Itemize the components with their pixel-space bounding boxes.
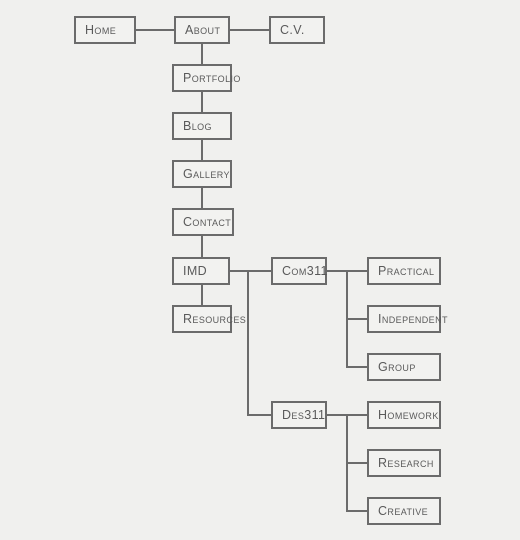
edge-about-cv	[230, 29, 269, 31]
edge-trunk-des311	[247, 414, 271, 416]
edge-com311-bus	[327, 270, 348, 272]
node-imd-label: IMD	[183, 263, 208, 278]
edge-contact-imd	[201, 236, 203, 257]
node-gallery[interactable]: Gallery	[172, 160, 232, 188]
edge-course-trunk	[247, 270, 249, 415]
node-research[interactable]: Research	[367, 449, 441, 477]
node-blog-label: Blog	[183, 118, 212, 133]
node-contact[interactable]: Contact	[172, 208, 234, 236]
edge-com311-group	[346, 366, 367, 368]
node-gallery-label: Gallery	[183, 166, 230, 181]
node-resources-label: Resources	[183, 311, 247, 326]
edge-home-about	[136, 29, 174, 31]
node-home-label: Home	[85, 22, 117, 37]
node-research-label: Research	[378, 455, 434, 470]
edge-des311-research	[346, 462, 367, 464]
node-com311-label: Com311	[282, 263, 328, 278]
edge-gallery-contact	[201, 188, 203, 208]
node-practical[interactable]: Practical	[367, 257, 441, 285]
node-creative-label: Creative	[378, 503, 429, 518]
edge-des311-bus	[327, 414, 348, 416]
node-cv[interactable]: C.V.	[269, 16, 325, 44]
edge-com311-practical	[346, 270, 367, 272]
edge-des311-creative	[346, 510, 367, 512]
node-com311[interactable]: Com311	[271, 257, 327, 285]
edge-portfolio-blog	[201, 92, 203, 112]
edge-imd-trunk	[230, 270, 271, 272]
node-about-label: About	[185, 22, 221, 37]
node-cv-label: C.V.	[280, 22, 305, 37]
node-about[interactable]: About	[174, 16, 230, 44]
node-creative[interactable]: Creative	[367, 497, 441, 525]
edge-com311-independent	[346, 318, 367, 320]
node-des311[interactable]: Des311	[271, 401, 327, 429]
node-group-label: Group	[378, 359, 416, 374]
node-contact-label: Contact	[183, 214, 232, 229]
node-homework[interactable]: Homework	[367, 401, 441, 429]
node-resources[interactable]: Resources	[172, 305, 246, 333]
node-blog[interactable]: Blog	[172, 112, 232, 140]
node-independent[interactable]: Independent	[367, 305, 447, 333]
node-portfolio[interactable]: Portfolio	[172, 64, 240, 92]
edge-blog-gallery	[201, 140, 203, 160]
edge-about-portfolio	[201, 44, 203, 64]
sitemap-diagram: Home About C.V. Portfolio Blog Gallery C…	[0, 0, 520, 540]
edge-imd-resources	[201, 285, 203, 305]
node-practical-label: Practical	[378, 263, 435, 278]
edge-des311-homework	[346, 414, 367, 416]
node-home[interactable]: Home	[74, 16, 136, 44]
node-independent-label: Independent	[378, 311, 448, 326]
node-des311-label: Des311	[282, 407, 326, 422]
node-homework-label: Homework	[378, 407, 439, 422]
node-portfolio-label: Portfolio	[183, 70, 241, 85]
node-imd[interactable]: IMD	[172, 257, 230, 285]
node-group[interactable]: Group	[367, 353, 441, 381]
